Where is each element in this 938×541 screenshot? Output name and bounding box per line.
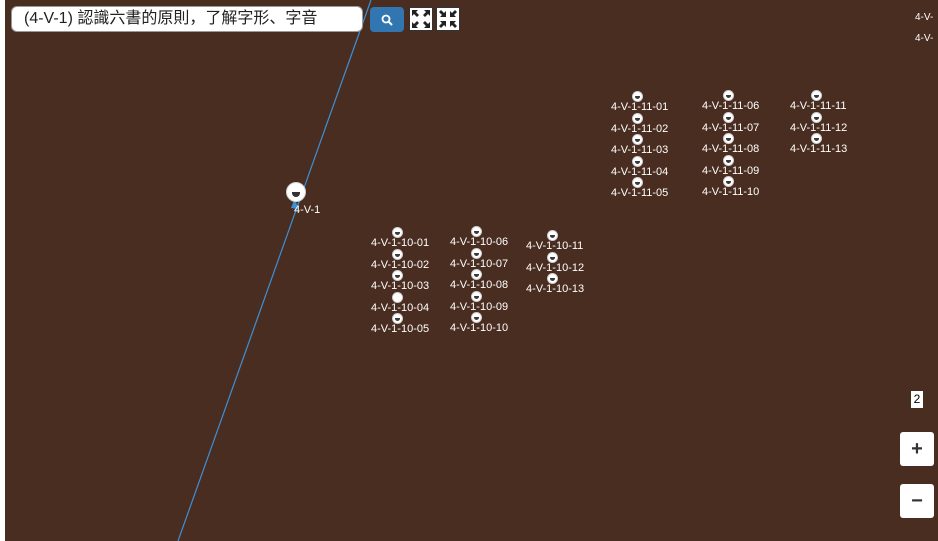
concept-node-label: 4-V-1-10-01 (371, 237, 430, 249)
link-line (177, 0, 372, 541)
concept-node-dot[interactable] (393, 249, 402, 259)
concept-node-dot[interactable] (548, 231, 557, 240)
concept-node-dot[interactable] (724, 177, 733, 186)
node-title-box: (4-V-1) 認識六書的原則，了解字形、字音 (11, 6, 363, 32)
expand-icon (410, 8, 432, 30)
concept-node-dot[interactable] (724, 112, 733, 122)
concept-node-dot[interactable] (472, 313, 481, 322)
root-node[interactable] (286, 182, 306, 202)
concept-node-label: 4-V-1-11-13 (790, 143, 848, 155)
concept-node-dot[interactable] (633, 178, 642, 187)
concept-node-label: 4-V-1-10-05 (371, 323, 430, 335)
concept-node-dot[interactable] (633, 92, 642, 101)
link-layer (177, 0, 372, 541)
concept-node-label: 4-V-1-10-07 (450, 257, 509, 270)
concept-node-dot[interactable] (548, 252, 557, 262)
concept-node-dot[interactable] (633, 156, 642, 166)
zoom-out-button[interactable]: − (900, 484, 934, 518)
concept-node-label: 4-V-1-11-03 (611, 144, 669, 156)
concept-node-label: 4-V-1-11-02 (611, 122, 669, 135)
concept-node-dot[interactable] (472, 291, 481, 301)
concept-node-label: 4-V-1-11-04 (611, 165, 669, 178)
concept-node-label: 4-V-1-11-01 (611, 101, 669, 113)
concept-node-dot[interactable] (812, 112, 821, 122)
root-node-label: 4-V-1 (294, 204, 321, 216)
collapse-icon (437, 8, 459, 30)
concept-node-dot[interactable] (812, 91, 821, 100)
concept-node-label: 4-V-1-10-08 (450, 279, 509, 291)
zoom-in-button[interactable]: + (900, 432, 934, 466)
concept-node-dot[interactable] (393, 271, 402, 280)
concept-node-dot[interactable] (724, 91, 733, 100)
search-icon (381, 14, 393, 26)
concept-node-label: 4-V-1-10-04 (371, 301, 430, 314)
concept-node-dot[interactable] (393, 292, 402, 302)
concept-node-label: 4-V-1-11-12 (790, 121, 848, 134)
concept-node-dot[interactable] (472, 270, 481, 279)
concept-node-label: 4-V-1-11-07 (702, 121, 760, 134)
concept-node-label: 4-V-1-10-13 (526, 283, 585, 295)
concept-node-label: 4-V-1-11-08 (702, 143, 760, 155)
search-button[interactable] (370, 7, 404, 32)
level-indicator: 2 (911, 391, 923, 408)
concept-node-label: 4-V-1-10-09 (450, 300, 509, 313)
concept-node-dot[interactable] (548, 274, 557, 283)
concept-node-label: 4-V-1-11-05 (611, 187, 669, 199)
collapse-all-button[interactable] (436, 7, 460, 31)
concept-node-label: 4-V-1-10-02 (371, 258, 430, 271)
concept-node-label: 4-V-1-11-06 (702, 100, 760, 112)
offscreen-node-label: 4-V- (915, 12, 934, 23)
concept-node-dot[interactable] (724, 134, 733, 143)
concept-node-label: 4-V-1-10-06 (450, 236, 509, 248)
concept-node-label: 4-V-1-10-12 (526, 261, 585, 274)
concept-node-dot[interactable] (472, 227, 481, 236)
concept-node-dot[interactable] (812, 134, 821, 143)
concept-node-dot[interactable] (633, 135, 642, 144)
concept-node-label: 4-V-1-10-03 (371, 280, 430, 292)
concept-node-label: 4-V-1-10-10 (450, 322, 509, 334)
concept-node-label: 4-V-1-10-11 (526, 240, 584, 252)
concept-node-label: 4-V-1-11-09 (702, 164, 760, 177)
concept-node-dot[interactable] (393, 228, 402, 237)
concept-node-label: 4-V-1-11-11 (790, 100, 847, 112)
concept-node-dot[interactable] (393, 314, 402, 323)
concept-node-dot[interactable] (724, 155, 733, 165)
concept-node-dot[interactable] (472, 248, 481, 258)
offscreen-node-label: 4-V- (915, 33, 934, 44)
concept-node-label: 4-V-1-11-10 (702, 186, 760, 198)
concept-node-dot[interactable] (633, 113, 642, 123)
concept-map-canvas[interactable]: (4-V-1) 認識六書的原則，了解字形、字音 4-V-1 4-V- 4-V- … (5, 0, 938, 541)
expand-all-button[interactable] (409, 7, 433, 31)
